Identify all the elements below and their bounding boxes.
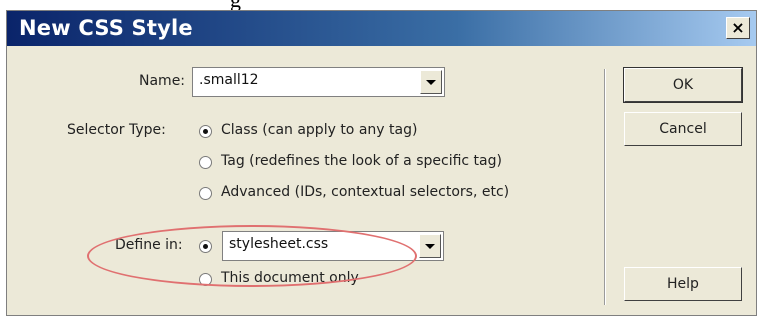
dialog-title: New CSS Style <box>19 16 193 40</box>
vertical-separator <box>604 69 606 305</box>
highlight-ellipse-annotation <box>87 225 417 287</box>
radio-tag[interactable] <box>199 156 212 169</box>
name-label: Name: <box>139 73 186 89</box>
name-input[interactable]: .small12 <box>199 72 259 88</box>
define-in-dropdown-button[interactable] <box>419 234 441 258</box>
radio-advanced[interactable] <box>199 187 212 200</box>
selector-type-label: Selector Type: <box>67 122 166 138</box>
radio-class[interactable] <box>199 125 212 138</box>
title-bar[interactable]: New CSS Style × <box>7 11 756 46</box>
new-css-style-dialog: New CSS Style × Name: .small12 Selector … <box>6 10 757 316</box>
ok-button[interactable]: OK <box>623 67 743 103</box>
radio-advanced-label[interactable]: Advanced (IDs, contextual selectors, etc… <box>221 184 509 200</box>
radio-class-label[interactable]: Class (can apply to any tag) <box>221 122 417 138</box>
help-button[interactable]: Help <box>624 267 742 301</box>
name-dropdown-button[interactable] <box>420 70 442 94</box>
close-button[interactable]: × <box>726 17 750 39</box>
cancel-button[interactable]: Cancel <box>624 112 742 146</box>
radio-tag-label[interactable]: Tag (redefines the look of a specific ta… <box>221 153 502 169</box>
close-icon: × <box>731 18 745 37</box>
name-combobox[interactable]: .small12 <box>192 67 445 97</box>
